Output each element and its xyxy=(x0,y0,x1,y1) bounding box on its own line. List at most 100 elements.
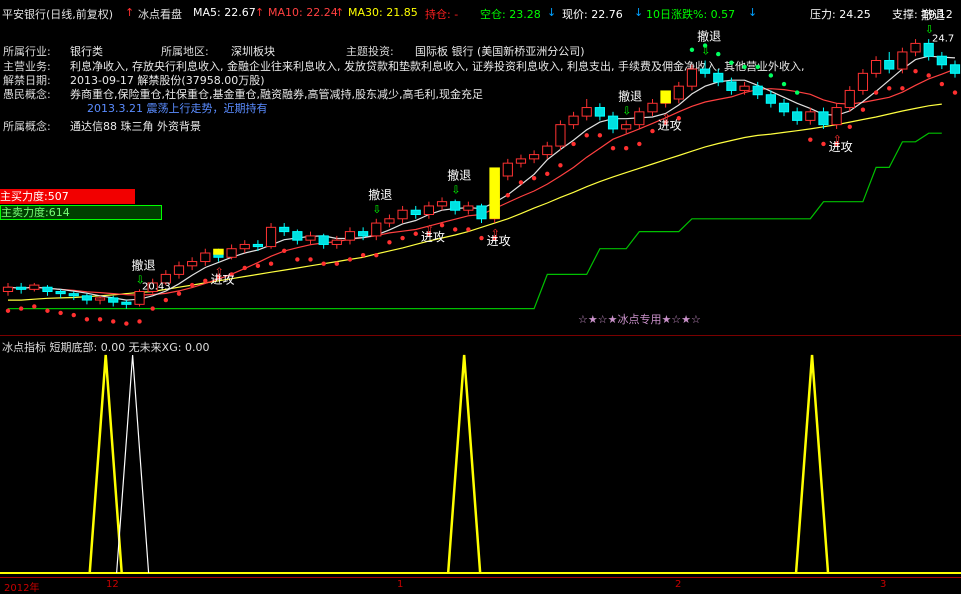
trail-dot xyxy=(176,291,182,296)
candle xyxy=(568,115,579,126)
candle xyxy=(739,85,750,91)
high-price-mark: 24.7 xyxy=(932,33,954,44)
candle xyxy=(936,55,947,66)
candle xyxy=(2,286,14,293)
axis-label: 2 xyxy=(675,579,682,590)
candle xyxy=(529,154,540,160)
candle xyxy=(29,284,40,290)
candle xyxy=(423,205,434,215)
candle xyxy=(726,81,737,91)
axis-label: 3 xyxy=(880,579,887,590)
retreat-label: 撤退 xyxy=(368,187,392,202)
trail-dot xyxy=(71,312,76,318)
trail-dot xyxy=(887,86,892,91)
trail-dot xyxy=(45,308,50,313)
candle xyxy=(16,286,27,290)
signal-candle xyxy=(489,167,500,219)
trail-dot xyxy=(939,81,945,87)
candle xyxy=(187,261,198,267)
signal-candle xyxy=(213,248,224,255)
candle xyxy=(292,231,303,241)
indicator-title: 冰点指标 短期底部: 0.00 无未来XG: 0.00 xyxy=(2,341,210,354)
axis-label: 1 xyxy=(397,579,404,590)
trail-dot xyxy=(334,261,340,266)
price-chart[interactable]: 撤退⇩ 进攻⇧撤退⇩进攻⇧撤退⇩进攻⇧撤退⇩进攻⇧撤退⇩进攻⇧撤退⇩20.4324… xyxy=(0,0,961,590)
candle xyxy=(397,209,408,220)
trail-dot xyxy=(873,90,879,95)
candle xyxy=(870,60,882,74)
trail-dot xyxy=(558,163,563,168)
candle xyxy=(68,293,79,297)
candle xyxy=(778,102,790,113)
trail-dot xyxy=(321,261,326,266)
trail-dot xyxy=(347,257,353,262)
trail-dot xyxy=(374,252,379,258)
candle xyxy=(818,111,829,126)
axis-label: 12 xyxy=(106,579,119,590)
candle xyxy=(318,235,329,245)
up-arrow-icon: ⇧ xyxy=(833,133,842,146)
candle xyxy=(252,243,264,248)
star-label: ☆★☆★冰点专用★☆★☆ xyxy=(578,313,701,326)
trail-dot xyxy=(610,145,616,151)
candle xyxy=(713,72,724,83)
candle xyxy=(371,222,382,237)
candle xyxy=(358,231,369,237)
trail-dot xyxy=(32,304,37,309)
candle xyxy=(42,286,53,293)
candle xyxy=(200,252,211,263)
indicator-spike xyxy=(446,354,482,574)
trail-dot xyxy=(452,227,458,232)
candle xyxy=(134,291,145,305)
candle xyxy=(55,291,66,295)
trail-dot xyxy=(189,282,195,288)
trail-dot xyxy=(584,133,589,138)
candle xyxy=(173,265,185,275)
trail-dot xyxy=(794,90,800,95)
trail-dot xyxy=(282,248,287,254)
trail-dot xyxy=(137,319,142,324)
trail-dot xyxy=(768,73,774,78)
candle xyxy=(844,89,855,109)
candle xyxy=(699,68,711,74)
trail-dot xyxy=(255,263,261,269)
trail-dot xyxy=(18,306,24,311)
candle xyxy=(384,218,395,224)
axis-label: 2012年 xyxy=(4,583,40,594)
trail-dot xyxy=(623,145,629,151)
trail-dot xyxy=(781,81,787,87)
trail-dot xyxy=(545,171,550,177)
candle xyxy=(450,201,461,211)
candle xyxy=(910,42,921,53)
down-arrow-icon: ⇩ xyxy=(451,184,460,197)
trail-dot xyxy=(926,73,931,78)
trail-dot xyxy=(479,235,484,241)
up-arrow-icon: ⇧ xyxy=(662,112,671,125)
candle xyxy=(607,115,619,130)
candle xyxy=(331,239,342,245)
trail-dot xyxy=(637,141,642,147)
trail-dot xyxy=(742,64,747,70)
time-axis: 2012年 12 1 2 3 xyxy=(0,577,961,594)
up-arrow-icon: ⇧ xyxy=(214,266,223,279)
trail-dot xyxy=(124,321,129,326)
trail-dot xyxy=(518,180,524,185)
trail-dot xyxy=(242,265,247,271)
trail-dot xyxy=(755,64,760,70)
candle xyxy=(594,107,605,117)
candle xyxy=(897,51,908,70)
indicator-spike xyxy=(794,354,830,574)
trail-dot xyxy=(689,47,695,53)
trail-dot xyxy=(163,297,169,303)
trail-dot xyxy=(203,278,208,284)
trail-dot xyxy=(439,222,445,228)
candle xyxy=(121,301,132,305)
candle xyxy=(226,248,237,258)
down-arrow-icon: ⇩ xyxy=(372,203,381,216)
retreat-label: 撤退 xyxy=(921,7,945,22)
candle xyxy=(344,231,356,241)
candle xyxy=(410,209,421,216)
trail-dot xyxy=(650,128,655,134)
candle xyxy=(279,226,290,233)
candle xyxy=(923,42,934,57)
